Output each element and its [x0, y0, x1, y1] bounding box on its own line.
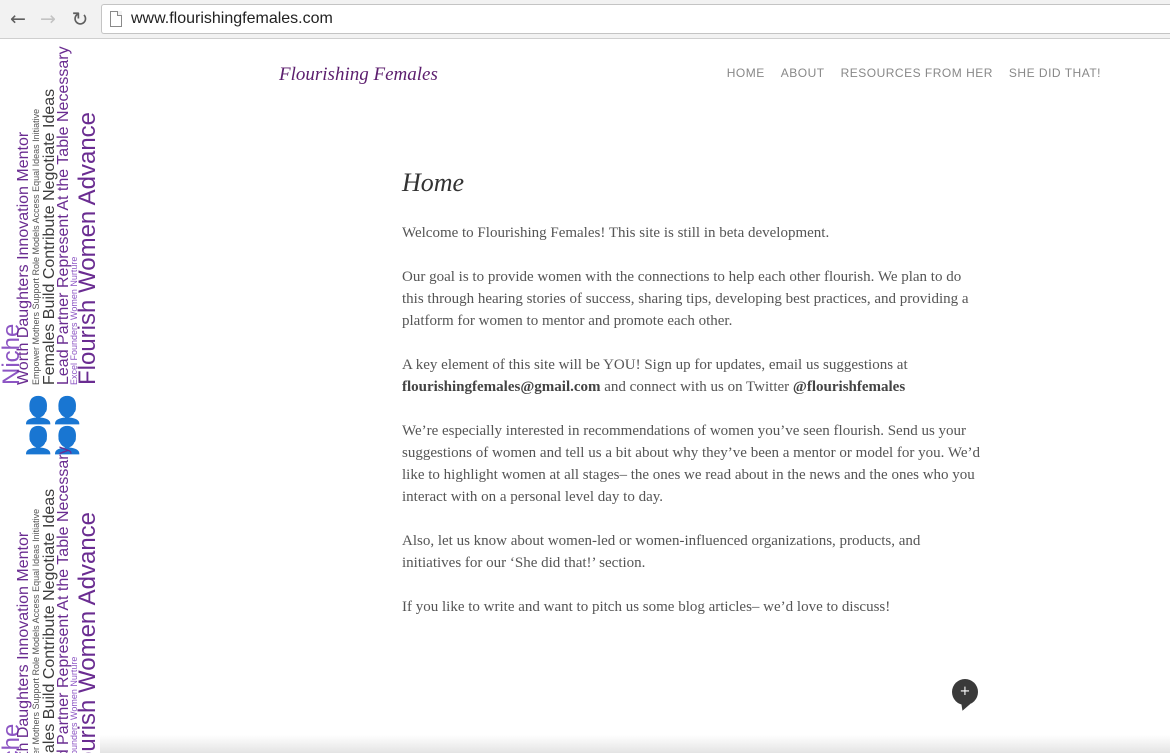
address-bar[interactable]: www.flourishingfemales.com [101, 4, 1170, 34]
site-title[interactable]: Flourishing Females [279, 64, 438, 86]
word-cloud-bottom: Niche Worth Daughters Innovation Mentor … [0, 440, 100, 753]
contact-paragraph: A key element of this site will be YOU! … [402, 354, 982, 398]
back-arrow-icon[interactable]: ← [6, 7, 30, 31]
reload-icon[interactable]: ↻ [68, 7, 92, 31]
intro-paragraph: Welcome to Flourishing Females! This sit… [402, 225, 830, 241]
forward-arrow-icon[interactable]: → [36, 7, 60, 31]
twitter-handle-link[interactable]: @flourishfemales [793, 379, 905, 395]
recommendations-paragraph: We’re especially interested in recommend… [402, 423, 980, 505]
page-title: Home [402, 168, 465, 197]
cloud-column: Flourish Women Advance [76, 511, 100, 753]
organizations-paragraph: Also, let us know about women-led or wom… [402, 533, 921, 571]
nav-resources-from-her[interactable]: RESOURCES FROM HER [841, 66, 993, 80]
email-link[interactable]: flourishingfemales@gmail.com [402, 379, 601, 395]
cloud-column: Flourish Women Advance [76, 111, 100, 385]
nav-about[interactable]: ABOUT [781, 66, 825, 80]
url-text[interactable]: www.flourishingfemales.com [131, 10, 333, 28]
nav-home[interactable]: HOME [727, 66, 765, 80]
word-cloud-sidebar: Niche Worth Daughters Innovation Mentor … [0, 40, 100, 753]
nav-she-did-that[interactable]: SHE DID THAT! [1009, 66, 1101, 80]
bottom-shade [100, 735, 1170, 753]
contact-text-middle: and connect with us on Twitter [600, 379, 793, 395]
main-nav: HOME ABOUT RESOURCES FROM HER SHE DID TH… [727, 66, 1101, 80]
browser-toolbar: ← → ↻ www.flourishingfemales.com [0, 0, 1170, 39]
comment-bubble-icon[interactable]: + [952, 679, 978, 705]
word-cloud-top: Niche Worth Daughters Innovation Mentor … [0, 40, 100, 385]
page-icon [110, 11, 122, 27]
goal-paragraph: Our goal is to provide women with the co… [402, 269, 969, 329]
page-content: Home Welcome to Flourishing Females! Thi… [402, 168, 982, 640]
contact-text: A key element of this site will be YOU! … [402, 357, 908, 373]
blog-pitch-paragraph: If you like to write and want to pitch u… [402, 599, 891, 615]
